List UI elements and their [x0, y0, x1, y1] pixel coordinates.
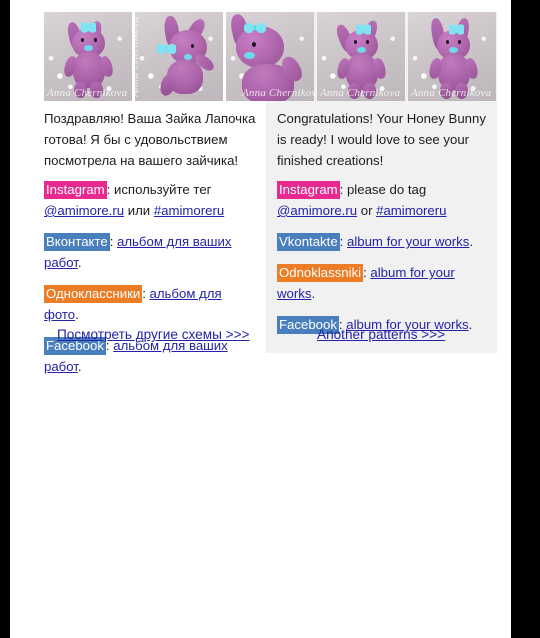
instagram-badge: Instagram	[44, 181, 107, 199]
bunny-eye-left	[252, 42, 256, 47]
instagram-conjunction: or	[357, 203, 377, 218]
russian-more-patterns-link[interactable]: Посмотреть другие схемы >>>	[57, 327, 249, 342]
photo-watermark: Anna Chernikova	[411, 87, 492, 99]
bunny-bow	[449, 24, 464, 35]
english-odnoklassniki-line: Odnoklassniki: album for your works.	[277, 262, 489, 304]
russian-odnoklassniki-line: Одноклассники: альбом для фото.	[44, 283, 259, 325]
bunny-photo-2[interactable]: Anna Chernikova	[135, 12, 223, 101]
bunny-bow	[356, 24, 371, 35]
bunny-eye-right	[458, 40, 461, 44]
instagram-text: : используйте тег	[106, 182, 212, 197]
photo-strip: Anna Chernikova Anna Chernikova Anna Che…	[44, 12, 497, 101]
bunny-muzzle	[357, 47, 366, 53]
photo-watermark: Anna Chernikova	[320, 87, 401, 99]
page-root: Anna Chernikova Anna Chernikova Anna Che…	[0, 0, 540, 638]
instagram-hashtag-link[interactable]: #amimoreru	[154, 203, 224, 218]
bunny-muzzle	[84, 45, 93, 51]
odnoklassniki-suffix: .	[75, 307, 79, 322]
instagram-badge: Instagram	[277, 181, 340, 199]
bunny-eye-left	[354, 40, 357, 44]
english-instagram-line: Instagram: please do tag @amimore.ru or …	[277, 179, 489, 221]
vkontakte-badge: Vkontakte	[277, 233, 340, 251]
letterbox-bar-left	[0, 0, 10, 638]
bunny-eye-right	[94, 38, 97, 42]
photo-watermark: Anna Chernikova	[47, 87, 128, 99]
vkontakte-separator: :	[109, 234, 118, 249]
russian-intro-text: Поздравляю! Ваша Зайка Лапочка готова! Я…	[44, 111, 256, 168]
odnoklassniki-badge: Odnoklassniki	[277, 264, 364, 282]
russian-instagram-line: Instagram: используйте тег @amimore.ru и…	[44, 179, 259, 221]
bunny-eye-left	[191, 44, 194, 48]
instagram-text: : please do tag	[339, 182, 427, 197]
bunny-photo-3[interactable]: Anna Chernikova	[226, 12, 314, 101]
english-more-patterns-link[interactable]: Another patterns >>>	[317, 327, 445, 342]
instagram-handle-link[interactable]: @amimore.ru	[44, 203, 124, 218]
photo-watermark: Anna Chernikova	[242, 87, 314, 99]
vkontakte-suffix: .	[469, 234, 474, 249]
bunny-photo-5[interactable]: Anna Chernikova	[408, 12, 496, 101]
instagram-conjunction: или	[124, 203, 154, 218]
bunny-eye-left	[81, 38, 84, 42]
photo-watermark: Anna Chernikova	[135, 16, 141, 97]
vkontakte-suffix: .	[77, 255, 82, 270]
odnoklassniki-badge: Одноклассники	[44, 285, 143, 303]
odnoklassniki-suffix: .	[311, 286, 316, 301]
instagram-handle-link[interactable]: @amimore.ru	[277, 203, 357, 218]
odnoklassniki-separator: :	[142, 286, 150, 301]
vkontakte-album-link[interactable]: album for your works	[347, 234, 469, 249]
english-column: Congratulations! Your Honey Bunny is rea…	[277, 108, 489, 345]
vkontakte-separator: :	[339, 234, 347, 249]
bunny-muzzle	[449, 47, 458, 53]
english-intro-text: Congratulations! Your Honey Bunny is rea…	[277, 111, 486, 168]
english-vkontakte-line: Vkontakte: album for your works.	[277, 231, 489, 252]
bunny-bow	[244, 20, 266, 36]
bunny-eye-left	[446, 40, 449, 44]
bunny-photo-1[interactable]: Anna Chernikova	[44, 12, 132, 101]
bunny-bow	[157, 42, 176, 56]
facebook-suffix: .	[468, 317, 473, 332]
russian-column: Поздравляю! Ваша Зайка Лапочка готова! Я…	[44, 108, 259, 387]
russian-vkontakte-line: Вконтакте: альбом для ваших работ.	[44, 231, 259, 273]
vkontakte-badge: Вконтакте	[44, 233, 110, 251]
instagram-hashtag-link[interactable]: #amimoreru	[376, 203, 446, 218]
facebook-suffix: .	[77, 359, 82, 374]
bunny-bow	[81, 22, 96, 33]
letterbox-bar-right	[511, 0, 540, 638]
bunny-muzzle	[244, 52, 255, 59]
bunny-eye-right	[366, 40, 369, 44]
bunny-photo-4[interactable]: Anna Chernikova	[317, 12, 405, 101]
